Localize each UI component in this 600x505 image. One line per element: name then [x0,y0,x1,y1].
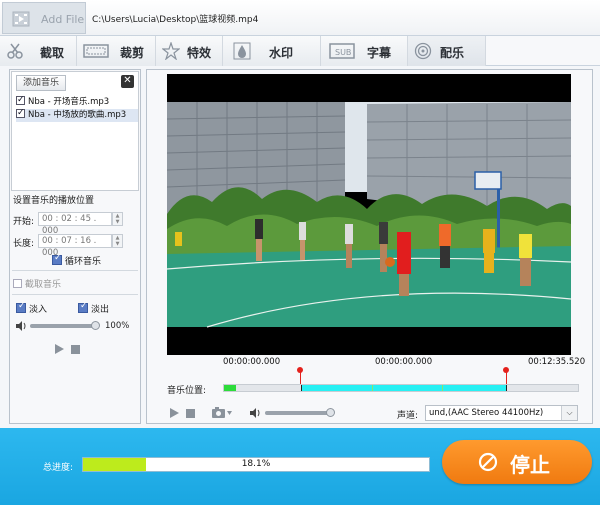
range-start-marker[interactable] [297,367,303,373]
add-file-label: Add File [41,13,85,26]
track-name: Nba - 中场放的歌曲.mp3 [28,110,127,120]
tab-watermark[interactable]: 水印 [223,36,321,66]
soundtrack-select[interactable]: und,(AAC Stereo 44100Hz) ⌵ [425,405,578,421]
fade-in-label: 淡入 [29,305,48,315]
tab-clip-label: 截取 [40,46,65,60]
range-end-line [506,372,507,384]
tab-music[interactable]: 配乐 [408,36,486,66]
video-preview[interactable] [167,74,571,355]
tab-crop[interactable]: 裁剪 [77,36,156,66]
file-path: C:\Users\Lucia\Desktop\篮球视频.mp4 [92,15,259,25]
play-icon[interactable] [169,408,179,418]
loop-music-label: 循环音乐 [65,257,102,267]
scissors-icon [7,43,23,59]
time-start: 00:00:00.000 [223,357,281,367]
video-frame-image [167,74,571,355]
track-name: Nba - 开场音乐.mp3 [28,97,110,107]
range-start-line [300,372,301,384]
camera-snapshot-icon[interactable] [211,407,233,419]
volume-icon[interactable] [249,407,261,419]
progress-text: 18.1% [241,459,271,469]
extract-music-checkbox[interactable]: 截取音乐 [13,277,61,290]
svg-text:SUB: SUB [335,48,351,57]
top-toolbar: Add File C:\Users\Lucia\Desktop\篮球视频.mp4 [0,0,600,36]
subtitle-icon: SUB [329,43,355,59]
list-item[interactable]: Nba - 开场音乐.mp3 [16,94,138,109]
playback-controls: 声道: und,(AAC Stereo 44100Hz) ⌵ [147,403,592,423]
range-tick [372,385,373,391]
play-icon[interactable] [54,344,64,354]
length-time-field[interactable]: 00 : 07 : 16 . 000 [38,234,112,258]
range-tick [442,385,443,391]
add-music-button[interactable]: 添加音乐 [16,75,66,91]
chevron-down-icon[interactable]: ⌵ [561,406,577,420]
checkbox-checked-icon [52,253,62,265]
length-label: 长度: [13,239,35,249]
player-volume-slider[interactable] [265,408,335,417]
add-file-button[interactable]: Add File [2,2,86,34]
fade-out-label: 淡出 [91,305,110,315]
track-checkbox[interactable] [16,107,25,120]
music-position-label: 音乐位置: [167,386,207,396]
loop-music-checkbox[interactable]: 循环音乐 [52,253,102,267]
total-progress-bar: 18.1% [82,457,430,472]
tab-watermark-label: 水印 [269,46,294,60]
range-end-marker[interactable] [503,367,509,373]
divider [12,270,138,271]
divider [12,294,138,295]
length-time-stepper[interactable]: ▲ ▼ [112,234,123,248]
progress-label: 总进度: [43,463,74,473]
film-add-icon [12,11,30,27]
volume-slider[interactable] [30,321,100,330]
tab-subtitle-label: 字幕 [367,46,392,60]
music-settings-panel: 添加音乐 ✕ Nba - 开场音乐.mp3 Nba - 中场放的歌曲.mp3 设… [9,69,141,424]
stop-button[interactable]: 停止 [442,440,592,484]
volume-slider-handle[interactable] [326,408,335,417]
crop-icon [83,44,109,58]
stop-icon[interactable] [186,409,195,418]
preview-panel: 00:00:00.000 00:00:00.000 00:12:35.520 音… [146,69,593,424]
tab-crop-label: 裁剪 [120,46,145,60]
app-window: Add File C:\Users\Lucia\Desktop\篮球视频.mp4… [0,0,600,505]
checkbox-checked-icon [16,301,26,313]
position-title: 设置音乐的播放位置 [13,196,95,206]
tab-subtitle[interactable]: SUB 字幕 [321,36,408,66]
fade-out-checkbox[interactable]: 淡出 [78,301,110,315]
droplet-icon [233,42,251,60]
stop-circle-icon [478,452,498,472]
tab-music-label: 配乐 [440,46,465,60]
bottom-bar: 总进度: 18.1% 停止 [0,428,600,505]
tab-effects-label: 特效 [187,46,212,60]
tab-effects[interactable]: 特效 [156,36,223,66]
close-icon[interactable]: ✕ [121,75,134,88]
checkbox-unchecked-icon [13,279,22,288]
soundtrack-value: und,(AAC Stereo 44100Hz) [429,408,544,418]
tab-bar: 截取 裁剪 特效 水印 SUB 字幕 配乐 [0,36,600,66]
time-current: 00:00:00.000 [375,357,433,367]
volume-percent: 100% [105,321,130,331]
track-checkbox[interactable] [16,94,25,107]
volume-slider-handle[interactable] [91,321,100,330]
music-list: 添加音乐 ✕ Nba - 开场音乐.mp3 Nba - 中场放的歌曲.mp3 [11,71,139,191]
soundtrack-label: 声道: [397,411,419,421]
stop-icon[interactable] [71,345,80,354]
timeline-playhead-segment [224,385,236,391]
checkbox-checked-icon [78,301,88,313]
time-end: 00:12:35.520 [528,357,586,367]
music-range-segment[interactable] [301,385,507,391]
music-position-timeline[interactable] [223,384,579,392]
fade-in-checkbox[interactable]: 淡入 [16,301,48,315]
list-item[interactable]: Nba - 中场放的歌曲.mp3 [16,107,138,122]
start-label: 开始: [13,217,35,227]
tab-clip[interactable]: 截取 [0,36,77,66]
volume-icon [16,321,26,331]
star-effects-icon [162,42,180,60]
start-time-stepper[interactable]: ▲ ▼ [112,212,123,226]
extract-music-label: 截取音乐 [25,280,62,290]
stop-label: 停止 [510,453,550,477]
start-time-field[interactable]: 00 : 02 : 45 . 000 [38,212,112,236]
speaker-music-icon [414,42,432,60]
